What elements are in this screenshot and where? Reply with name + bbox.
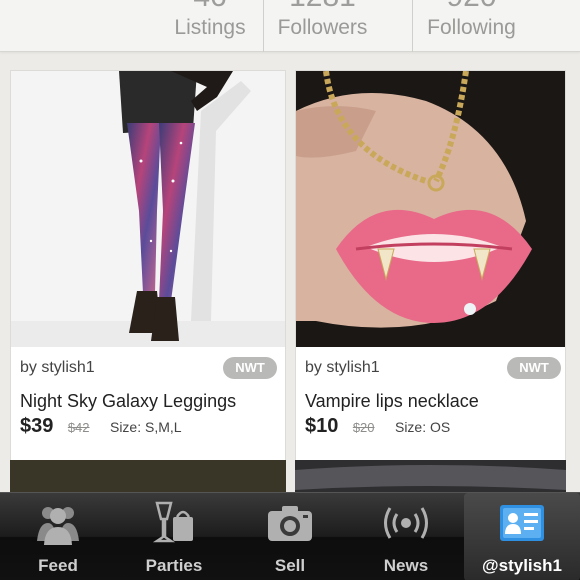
leggings-photo-image bbox=[11, 71, 285, 347]
listing-original-price: $42 bbox=[67, 420, 90, 435]
party-glass-bag-icon bbox=[152, 501, 193, 543]
tab-parties[interactable]: Parties bbox=[116, 493, 232, 580]
listing-photo-leggings[interactable] bbox=[11, 71, 285, 347]
followers-label: Followers bbox=[277, 16, 368, 39]
listing-price-line: $39 $42 Size: S,M,L bbox=[20, 415, 182, 438]
listings-stat[interactable]: 46 Listings bbox=[150, 0, 270, 52]
tab-feed-label: Feed bbox=[38, 556, 78, 575]
listings-label: Listings bbox=[174, 16, 246, 39]
listing-original-price: $20 bbox=[352, 420, 375, 435]
following-count: 920 bbox=[413, 0, 530, 14]
listing-price: $10 bbox=[305, 415, 339, 437]
listings-count: 46 bbox=[150, 0, 270, 14]
listing-price-line: $10 $20 Size: OS bbox=[305, 415, 450, 438]
tab-profile[interactable]: @stylish1 bbox=[464, 493, 580, 580]
tab-parties-label: Parties bbox=[145, 556, 203, 575]
listing-seller[interactable]: by stylish1 bbox=[305, 359, 380, 377]
camera-icon bbox=[268, 506, 312, 541]
tab-sell[interactable]: Sell bbox=[232, 493, 348, 580]
tab-news-label: News bbox=[383, 556, 429, 575]
listing-title[interactable]: Vampire lips necklace bbox=[305, 391, 479, 412]
people-icon bbox=[37, 507, 79, 545]
following-stat[interactable]: 920 Following bbox=[412, 0, 530, 52]
listing-card[interactable]: by stylish1 NWT Vampire lips necklace $1… bbox=[295, 70, 566, 502]
condition-badge: NWT bbox=[507, 357, 561, 379]
listing-title[interactable]: Night Sky Galaxy Leggings bbox=[20, 391, 236, 412]
followers-stat[interactable]: 1281 Followers bbox=[263, 0, 381, 52]
tab-news[interactable]: News bbox=[348, 493, 464, 580]
listing-size: Size: S,M,L bbox=[109, 419, 182, 435]
profile-stats-bar: 46 Listings 1281 Followers 920 Following bbox=[0, 0, 580, 52]
listing-card[interactable]: by stylish1 NWT Night Sky Galaxy Legging… bbox=[10, 70, 286, 502]
tab-feed[interactable]: Feed bbox=[0, 493, 116, 580]
listing-price: $39 bbox=[20, 415, 54, 437]
tab-bar: Feed Parties Sell News @stylish1 bbox=[0, 492, 580, 580]
tab-sell-label: Sell bbox=[274, 556, 306, 575]
necklace-photo-image bbox=[296, 71, 565, 347]
listing-size: Size: OS bbox=[394, 419, 451, 435]
listing-seller[interactable]: by stylish1 bbox=[20, 359, 95, 377]
listing-photo-necklace[interactable] bbox=[296, 71, 565, 347]
profile-card-icon bbox=[500, 505, 544, 541]
condition-badge: NWT bbox=[223, 357, 277, 379]
tab-profile-label: @stylish1 bbox=[482, 556, 562, 575]
broadcast-icon bbox=[384, 507, 428, 539]
listing-grid: by stylish1 NWT Night Sky Galaxy Legging… bbox=[0, 52, 580, 520]
following-label: Following bbox=[427, 16, 516, 39]
followers-count: 1281 bbox=[264, 0, 381, 14]
